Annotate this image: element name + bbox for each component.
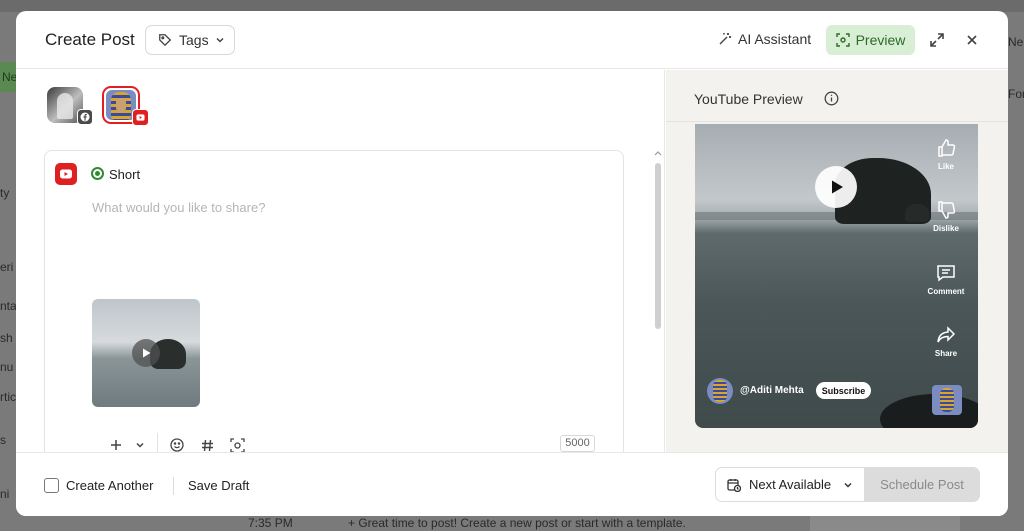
background-text: Ne	[1008, 35, 1024, 49]
tags-button[interactable]: Tags	[145, 25, 235, 55]
sound-thumbnail[interactable]	[932, 385, 962, 415]
like-label: Like	[937, 162, 954, 171]
share-label: Share	[934, 349, 958, 358]
boat-tire	[880, 394, 978, 428]
youtube-icon	[132, 109, 149, 126]
background-thumbnail	[810, 514, 960, 531]
comment-icon	[937, 265, 955, 282]
background-text: ni	[0, 487, 10, 501]
preview-pane: YouTube Preview Like Dislike Comment Sha…	[666, 70, 1008, 452]
modal-title: Create Post	[45, 30, 135, 49]
video-thumbnail[interactable]	[92, 299, 200, 407]
background-text: nu	[0, 360, 14, 374]
background-time: 7:35 PM	[248, 516, 293, 530]
background-prompt: + Great time to post! Create a new post …	[348, 516, 686, 530]
chevron-down-icon	[844, 482, 852, 488]
save-draft-button[interactable]: Save Draft	[188, 478, 249, 493]
short-radio[interactable]	[91, 167, 104, 180]
background-text: For	[1008, 87, 1024, 101]
short-video-preview: Like Dislike Comment Share @Aditi Mehta …	[695, 124, 978, 428]
preview-header: YouTube Preview	[666, 70, 1008, 122]
create-another-label[interactable]: Create Another	[66, 478, 153, 493]
chevron-down-icon	[216, 37, 224, 43]
share-icon	[937, 326, 956, 343]
comment-action[interactable]: Comment	[921, 263, 971, 296]
scroll-up-icon[interactable]	[654, 150, 662, 156]
background-text: rtic	[0, 390, 16, 404]
subscribe-button[interactable]: Subscribe	[816, 382, 871, 399]
scroll-thumb[interactable]	[655, 163, 661, 329]
avatar-figure	[57, 93, 73, 119]
ai-assistant-label: AI Assistant	[738, 31, 812, 47]
thumbs-up-icon	[938, 139, 956, 157]
thumbs-down-icon	[938, 201, 956, 219]
create-post-modal: Create Post Tags AI Assistant Preview Sh…	[16, 11, 1008, 516]
tags-label: Tags	[179, 32, 209, 48]
channel-name[interactable]: @Aditi Mehta	[740, 385, 804, 396]
footer-divider	[173, 477, 174, 495]
comment-label: Comment	[927, 287, 965, 296]
ai-scan-icon[interactable]	[229, 437, 245, 453]
background-text: eri	[0, 260, 14, 274]
like-action[interactable]: Like	[921, 138, 971, 171]
background-text: s	[0, 433, 6, 447]
share-action[interactable]: Share	[921, 325, 971, 358]
background-text: nta	[0, 299, 17, 313]
modal-footer: Create Another Save Draft Next Available…	[16, 452, 1008, 516]
emoji-icon[interactable]	[169, 437, 185, 453]
chevron-down-icon[interactable]	[134, 437, 146, 453]
close-icon[interactable]	[964, 32, 980, 48]
tag-icon	[159, 34, 172, 47]
short-label: Short	[109, 167, 141, 182]
expand-icon[interactable]	[929, 32, 945, 48]
play-icon[interactable]	[132, 339, 160, 367]
create-another-checkbox[interactable]	[44, 478, 59, 493]
magic-wand-icon	[719, 33, 731, 45]
plus-icon[interactable]	[109, 437, 123, 453]
schedule-post-button[interactable]: Schedule Post	[864, 467, 980, 502]
dislike-action[interactable]: Dislike	[921, 200, 971, 233]
next-available-label: Next Available	[749, 477, 832, 492]
editor-scrollbar[interactable]	[654, 150, 662, 460]
eye-scan-icon	[835, 33, 850, 47]
preview-label: Preview	[855, 32, 906, 48]
ai-assistant-button[interactable]: AI Assistant	[718, 31, 811, 47]
preview-button[interactable]: Preview	[826, 25, 915, 55]
post-text-input[interactable]: What would you like to share?	[92, 200, 265, 215]
channel-avatar[interactable]	[707, 378, 733, 404]
post-editor: Short What would you like to share? 5000	[44, 150, 624, 460]
modal-header: Create Post Tags AI Assistant Preview	[16, 11, 1008, 69]
next-available-dropdown[interactable]: Next Available	[715, 467, 865, 502]
facebook-icon	[77, 109, 93, 125]
youtube-icon	[55, 163, 77, 185]
info-icon[interactable]	[824, 91, 839, 106]
editor-pane: Short What would you like to share? 5000	[16, 70, 665, 460]
youtube-preview-title: YouTube Preview	[694, 91, 803, 107]
background-text: sh	[0, 331, 13, 345]
dislike-label: Dislike	[933, 224, 959, 233]
hashtag-icon[interactable]	[199, 437, 215, 453]
character-count: 5000	[560, 435, 595, 452]
background-new-button: Ne	[0, 62, 17, 92]
play-icon[interactable]	[815, 166, 857, 208]
calendar-clock-icon	[727, 478, 741, 492]
background-text: ty	[0, 186, 10, 200]
